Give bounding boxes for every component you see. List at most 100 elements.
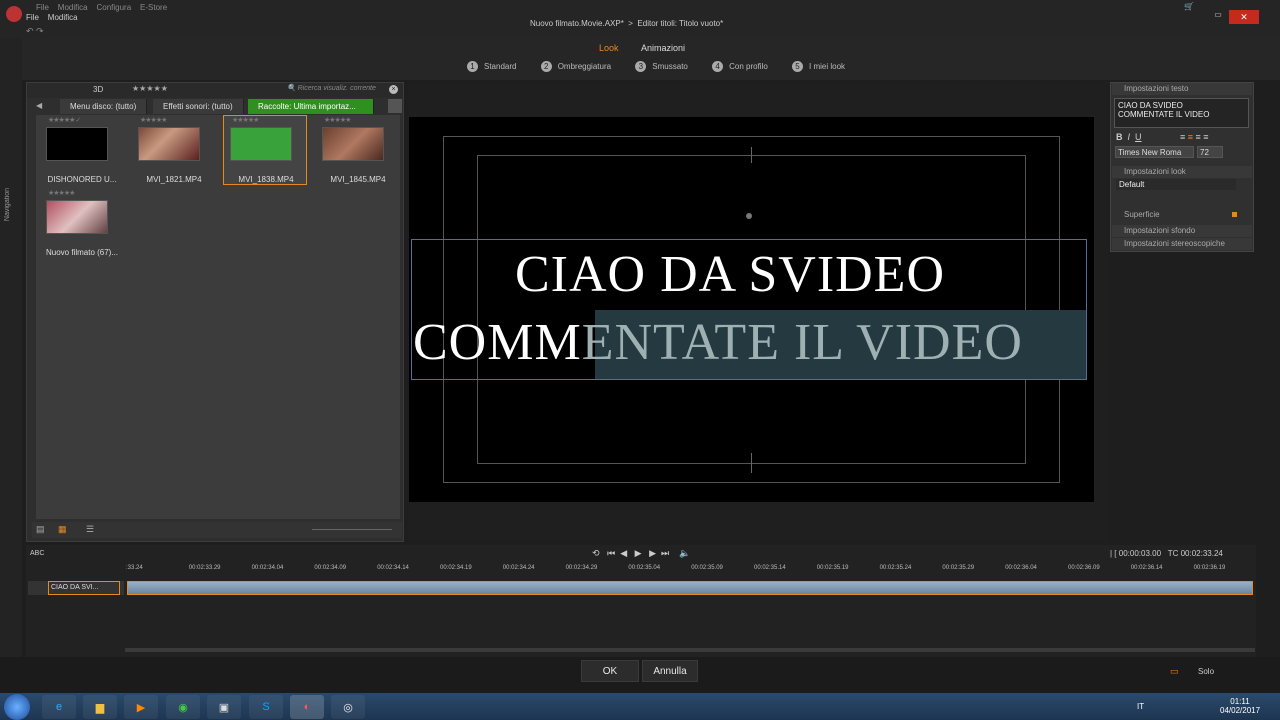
step-forward-icon[interactable]: ▶ xyxy=(649,548,656,558)
menu-bar: File Modifica xyxy=(26,13,78,22)
item-rating[interactable]: ★★★★★ xyxy=(232,116,259,124)
ruler-tick-label: 00:02:35.04 xyxy=(628,565,661,571)
text-edit-field[interactable]: CIAO DA SVIDEO COMMENTATE IL VIDEO xyxy=(1114,98,1249,128)
abc-track-icon[interactable]: ABC xyxy=(30,550,44,557)
panel-toggle-icon[interactable] xyxy=(388,99,402,113)
mode-3d-button[interactable]: 3D xyxy=(93,85,103,94)
cart-icon[interactable]: 🛒 xyxy=(1184,2,1194,11)
cancel-button[interactable]: Annulla xyxy=(642,660,698,682)
skype-icon[interactable]: S xyxy=(249,695,283,719)
section-look-settings[interactable]: Impostazioni look xyxy=(1112,166,1252,178)
font-size-select[interactable]: 72 xyxy=(1197,146,1223,158)
volume-icon[interactable]: 🔈 xyxy=(679,548,690,558)
media-item[interactable]: ★★★★★ MVI_1821.MP4 xyxy=(132,115,204,184)
close-button[interactable]: ✕ xyxy=(1229,10,1259,24)
zoom-slider[interactable] xyxy=(312,529,392,530)
title-line-1[interactable]: CIAO DA SVIDEO xyxy=(515,245,945,304)
timeline-scrollbar[interactable] xyxy=(125,648,1255,652)
menu-modifica-2[interactable]: Modifica xyxy=(48,13,78,22)
clock[interactable]: 01:11 04/02/2017 xyxy=(1220,697,1260,715)
italic-icon[interactable]: I xyxy=(1128,132,1131,142)
timeline-panel xyxy=(26,545,1256,657)
go-start-icon[interactable]: ⏮ xyxy=(607,548,615,558)
step-standard[interactable]: 1 Standard xyxy=(467,61,516,72)
menu-file-2[interactable]: File xyxy=(26,13,39,22)
section-text-settings[interactable]: Impostazioni testo xyxy=(1112,83,1252,95)
step-ombreggiatura[interactable]: 2 Ombreggiatura xyxy=(540,61,611,72)
undo-icon[interactable]: ↶ ↷ xyxy=(26,26,44,37)
search-input[interactable]: 🔍 Ricerca visualiz. corrente xyxy=(287,84,376,92)
grid-view-icon[interactable]: ▦ xyxy=(58,524,67,535)
ruler-tick-label: :33.24 xyxy=(126,565,143,571)
preview-monitor-icon[interactable]: ▭ xyxy=(1170,666,1179,677)
menu-estore[interactable]: E-Store xyxy=(140,3,167,12)
center-guide-bottom xyxy=(751,453,752,473)
media-item[interactable]: ★★★★★ ✓ DISHONORED U... xyxy=(40,115,116,184)
look-select[interactable]: Default xyxy=(1116,179,1236,190)
timecode-readout[interactable]: 00:02:33.24 xyxy=(1181,549,1223,558)
ie-icon[interactable]: e xyxy=(42,695,76,719)
step-con-profilo[interactable]: 4 Con profilo xyxy=(712,61,768,72)
section-superficie[interactable]: Superficie xyxy=(1124,210,1160,219)
title-clip[interactable] xyxy=(127,581,1253,595)
loop-icon[interactable]: ⟲ xyxy=(592,548,600,558)
underline-icon[interactable]: U xyxy=(1135,132,1142,142)
app-icon[interactable]: ▣ xyxy=(207,695,241,719)
menu-modifica[interactable]: Modifica xyxy=(58,3,88,12)
media-item[interactable]: ★★★★★ Nuovo filmato (67)... xyxy=(40,188,118,257)
menu-configura[interactable]: Configura xyxy=(96,3,131,12)
title-canvas[interactable]: CIAO DA SVIDEO COMMENTATE IL VIDEO xyxy=(409,117,1094,502)
section-stereo-settings[interactable]: Impostazioni stereoscopiche xyxy=(1112,238,1252,250)
menu-file[interactable]: File xyxy=(36,3,49,12)
tab-look[interactable]: Look xyxy=(599,43,619,53)
breadcrumb-project[interactable]: Nuovo filmato.Movie.AXP* xyxy=(530,19,624,28)
solo-label[interactable]: Solo xyxy=(1198,667,1214,676)
explorer-icon[interactable]: ▆ xyxy=(83,695,117,719)
obs-icon[interactable]: ◎ xyxy=(331,695,365,719)
stack-icon[interactable]: ▤ xyxy=(36,524,45,535)
ok-button[interactable]: OK xyxy=(581,660,639,682)
ruler-tick-label: 00:02:34.19 xyxy=(440,565,472,571)
start-button[interactable] xyxy=(4,694,30,720)
chrome-icon[interactable]: ◉ xyxy=(166,695,200,719)
item-rating[interactable]: ★★★★★ xyxy=(140,116,167,124)
tab-menu-disco[interactable]: Menu disco: (tutto) xyxy=(60,99,148,114)
play-icon[interactable]: ▶ xyxy=(635,548,642,558)
ruler-tick-label: 00:02:36.04 xyxy=(1005,565,1037,571)
align-center-icon[interactable]: ≡ xyxy=(1188,132,1193,142)
rating-filter[interactable]: ★★★★★ xyxy=(132,84,168,93)
tab-raccolte[interactable]: Raccolte: Ultima importaz... xyxy=(248,99,374,114)
tab-animazioni[interactable]: Animazioni xyxy=(641,43,685,53)
close-search-icon[interactable]: × xyxy=(389,85,398,94)
rotate-handle[interactable] xyxy=(746,213,752,219)
media-player-icon[interactable]: ▶ xyxy=(124,695,158,719)
step-smussato[interactable]: 3 Smussato xyxy=(635,61,688,72)
tab-scroll-left-icon[interactable]: ◀ xyxy=(36,101,42,110)
font-select[interactable]: Times New Roma xyxy=(1115,146,1194,158)
title-line-2[interactable]: COMMENTATE IL VIDEO xyxy=(413,313,1023,372)
navigation-label[interactable]: Navigation xyxy=(4,188,11,221)
media-item[interactable]: ★★★★★ MVI_1845.MP4 xyxy=(316,115,388,184)
step-back-icon[interactable]: ◀ xyxy=(620,548,627,558)
title-clip-label[interactable]: CIAO DA SVI... xyxy=(48,581,120,595)
duration-readout[interactable]: 00:00:03.00 xyxy=(1119,549,1161,558)
go-end-icon[interactable]: ⏭ xyxy=(661,548,669,558)
tab-effetti-sonori[interactable]: Effetti sonori: (tutto) xyxy=(153,99,244,114)
step-number: 4 xyxy=(712,61,724,72)
step-miei-look[interactable]: 5 I miei look xyxy=(792,61,845,72)
clock-date: 04/02/2017 xyxy=(1220,706,1261,715)
superficie-color-swatch[interactable] xyxy=(1232,212,1237,217)
pinnacle-icon[interactable]: ◐ xyxy=(290,695,324,719)
section-background-settings[interactable]: Impostazioni sfondo xyxy=(1112,225,1252,237)
bold-icon[interactable]: B xyxy=(1116,132,1123,142)
item-rating[interactable]: ★★★★★ xyxy=(48,189,75,197)
text-value-line-1: CIAO DA SVIDEO xyxy=(1118,101,1183,110)
item-rating[interactable]: ★★★★★ xyxy=(324,116,351,124)
font-size-value: 72 xyxy=(1200,148,1209,157)
minimize-button[interactable]: ▭ xyxy=(1208,10,1228,22)
media-item[interactable]: ★★★★★ MVI_1838.MP4 xyxy=(224,115,296,184)
align-icons[interactable]: ≡ ≡ ≡ ≡ xyxy=(1180,132,1209,142)
language-indicator[interactable]: IT xyxy=(1137,702,1144,711)
list-view-icon[interactable]: ☰ xyxy=(86,524,94,535)
item-rating[interactable]: ★★★★★ ✓ xyxy=(48,116,81,124)
